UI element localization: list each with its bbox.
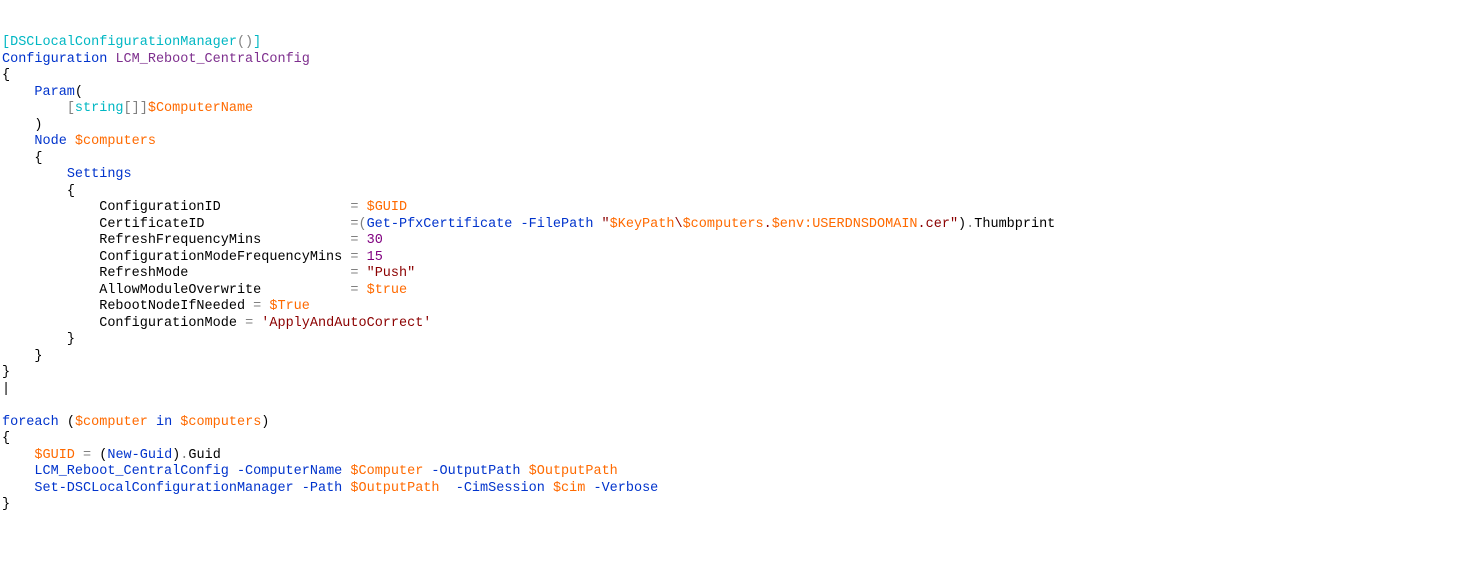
- brace: {: [34, 151, 42, 166]
- config-name: LCM_Reboot_CentralConfig: [115, 52, 309, 67]
- variable: $OutputPath: [350, 481, 439, 496]
- keyword-node: Node: [34, 134, 66, 149]
- brace: }: [2, 497, 10, 512]
- cmdlet: Set-DSCLocalConfigurationManager: [34, 481, 293, 496]
- variable: $computer: [75, 415, 148, 430]
- property: ConfigurationID: [99, 200, 221, 215]
- string: "Push": [367, 266, 416, 281]
- bracket: ]: [140, 101, 148, 116]
- keyword-settings: Settings: [67, 167, 132, 182]
- brace: {: [2, 68, 10, 83]
- keyword-configuration: Configuration: [2, 52, 107, 67]
- equals: =: [350, 250, 358, 265]
- code-editor-content: [DSCLocalConfigurationManager()] Configu…: [2, 35, 1457, 514]
- property: Guid: [188, 448, 220, 463]
- parameter: -FilePath: [521, 217, 594, 232]
- property: ConfigurationModeFrequencyMins: [99, 250, 342, 265]
- property: Thumbprint: [974, 217, 1055, 232]
- variable: $Computer: [350, 464, 423, 479]
- string-seg: \: [674, 217, 682, 232]
- paren: ): [34, 118, 42, 133]
- cmdlet: Get-PfxCertificate: [367, 217, 513, 232]
- brace: }: [2, 365, 10, 380]
- keyword-in: in: [156, 415, 172, 430]
- number: 15: [367, 250, 383, 265]
- parameter: -Path: [302, 481, 343, 496]
- equals: =: [350, 283, 358, 298]
- property: RefreshMode: [99, 266, 188, 281]
- parens: (): [237, 35, 253, 50]
- brace: {: [2, 431, 10, 446]
- property: AllowModuleOverwrite: [99, 283, 261, 298]
- equals: =: [253, 299, 261, 314]
- equals: =: [350, 233, 358, 248]
- string-open: ": [602, 217, 610, 232]
- property: RebootNodeIfNeeded: [99, 299, 245, 314]
- variable: $cim: [553, 481, 585, 496]
- parameter: -CimSession: [456, 481, 545, 496]
- property: RefreshFrequencyMins: [99, 233, 261, 248]
- property: CertificateID: [99, 217, 204, 232]
- variable: $ComputerName: [148, 101, 253, 116]
- property: ConfigurationMode: [99, 316, 237, 331]
- equals: =: [350, 200, 358, 215]
- attribute-name: DSCLocalConfigurationManager: [10, 35, 237, 50]
- variable: $GUID: [34, 448, 75, 463]
- string: 'ApplyAndAutoCorrect': [261, 316, 431, 331]
- brace: }: [34, 349, 42, 364]
- variable: $OutputPath: [529, 464, 618, 479]
- attribute-bracket: [: [2, 35, 10, 50]
- paren: (: [75, 85, 83, 100]
- paren: (: [67, 415, 75, 430]
- parameter: -Verbose: [593, 481, 658, 496]
- cursor: |: [2, 382, 10, 397]
- variable: $True: [269, 299, 310, 314]
- equals: =: [350, 266, 358, 281]
- equals: =: [245, 316, 253, 331]
- brace: {: [67, 184, 75, 199]
- cmdlet: New-Guid: [107, 448, 172, 463]
- variable: $computers: [683, 217, 764, 232]
- array-brackets: []: [124, 101, 140, 116]
- parameter: -OutputPath: [431, 464, 520, 479]
- cmdlet: LCM_Reboot_CentralConfig: [34, 464, 228, 479]
- equals-paren: =(: [350, 217, 366, 232]
- string-seg: .: [764, 217, 772, 232]
- type-string: string: [75, 101, 124, 116]
- attribute-bracket: ]: [253, 35, 261, 50]
- variable: $true: [367, 283, 408, 298]
- variable: $computers: [75, 134, 156, 149]
- variable: $computers: [180, 415, 261, 430]
- paren: ): [261, 415, 269, 430]
- keyword-param: Param: [34, 85, 75, 100]
- paren: ): [958, 217, 966, 232]
- parameter: -ComputerName: [237, 464, 342, 479]
- variable: $env:USERDNSDOMAIN: [772, 217, 918, 232]
- variable: $KeyPath: [610, 217, 675, 232]
- equals: =: [83, 448, 91, 463]
- variable: $GUID: [367, 200, 408, 215]
- keyword-foreach: foreach: [2, 415, 59, 430]
- bracket: [: [67, 101, 75, 116]
- string-close: ": [950, 217, 958, 232]
- number: 30: [367, 233, 383, 248]
- brace: }: [67, 332, 75, 347]
- string-seg: .cer: [918, 217, 950, 232]
